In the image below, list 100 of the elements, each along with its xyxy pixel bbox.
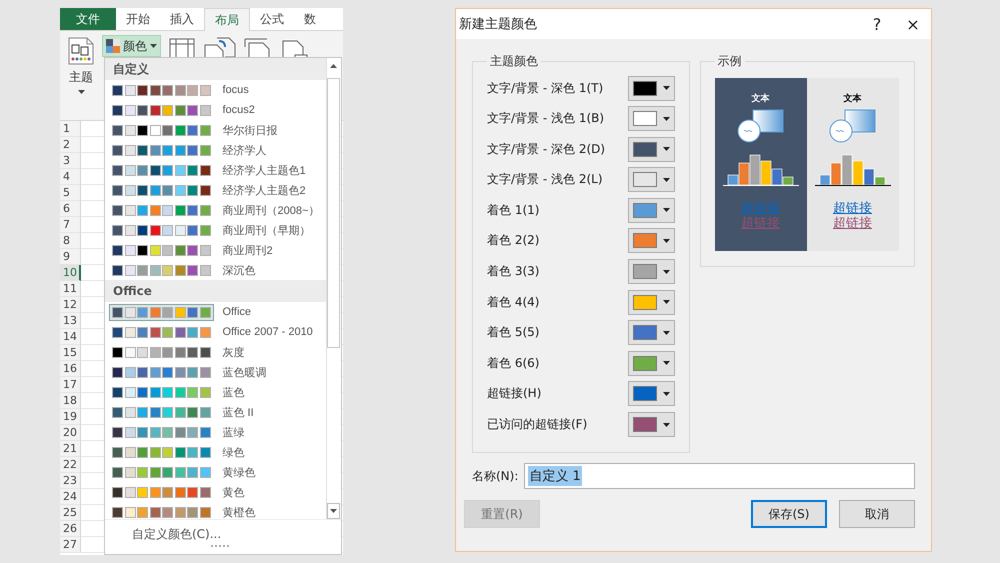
ribbon-tab[interactable]: 布局 [204, 8, 250, 31]
color-scheme-item[interactable]: focus2 [105, 100, 326, 120]
caret-icon [662, 422, 670, 427]
shapes-drawing [736, 109, 784, 145]
color-scheme-item[interactable]: 黄绿色 [105, 462, 326, 482]
caret-icon [662, 147, 670, 152]
caret-icon [662, 330, 670, 335]
name-field[interactable]: 自定义 1 [524, 463, 915, 489]
color-scheme-item[interactable]: 黄橙色 [105, 502, 326, 522]
row-header[interactable]: 22 [60, 457, 81, 473]
row-header[interactable]: 21 [60, 441, 81, 457]
caret-icon [78, 90, 84, 94]
color-scheme-item[interactable]: 经济学人主题色1 [105, 160, 326, 180]
color-scheme-item[interactable]: 灰度 [105, 342, 326, 362]
color-scheme-item[interactable]: 蓝绿 [105, 422, 326, 442]
color-label: 着色 2(2) [487, 232, 540, 250]
ribbon-tab[interactable]: 数 [294, 8, 326, 30]
row-header[interactable]: 13 [60, 313, 81, 329]
color-label: 文字/背景 - 深色 1(T) [487, 80, 604, 96]
dialog-button[interactable]: 取消 [839, 500, 915, 528]
caret-icon [662, 392, 670, 396]
color-scheme-item[interactable]: focus [105, 80, 326, 100]
color-label: 着色 5(5) [487, 324, 540, 342]
shapes-drawing [828, 109, 876, 145]
color-picker[interactable] [628, 259, 674, 284]
color-picker[interactable] [628, 167, 674, 192]
file-tab[interactable]: 文件 [60, 8, 116, 30]
menu-section-header: 自定义 [105, 58, 326, 80]
dialog-button[interactable]: 保存(S) [751, 500, 827, 528]
caret-icon [662, 178, 670, 182]
row-header[interactable]: 11 [60, 281, 81, 297]
colors-button[interactable]: 颜色 [102, 35, 161, 57]
row-header[interactable]: 1 [60, 121, 81, 137]
close-button[interactable]: × [895, 10, 931, 38]
color-label: 文字/背景 - 浅色 1(B) [487, 110, 606, 128]
color-scheme-item[interactable]: Office 2007 - 2010 [105, 322, 326, 342]
caret-icon [662, 270, 670, 274]
row-header[interactable]: 6 [60, 201, 81, 217]
color-label: 着色 3(3) [487, 263, 540, 280]
color-picker[interactable] [628, 198, 674, 223]
row-header[interactable]: 3 [60, 153, 81, 169]
color-scheme-item[interactable]: 深沉色 [105, 260, 326, 280]
color-picker[interactable] [628, 320, 674, 346]
row-header[interactable]: 9 [60, 249, 81, 265]
color-scheme-item[interactable]: 商业周刊（早期） [105, 220, 326, 240]
color-label: 超链接(H) [487, 385, 542, 402]
theme-button[interactable]: 主题 [66, 35, 96, 97]
color-picker[interactable] [628, 228, 674, 254]
caret-icon [662, 361, 670, 366]
row-header[interactable]: 14 [60, 329, 81, 345]
custom-colors-item[interactable]: 自定义颜色(C)... [130, 524, 224, 545]
caret-icon [662, 238, 670, 243]
ribbon-tab[interactable]: 开始 [116, 8, 160, 30]
menu-section-header: Office [105, 280, 326, 302]
row-header[interactable]: 24 [60, 489, 81, 505]
color-picker[interactable] [628, 136, 674, 162]
row-header[interactable]: 8 [60, 233, 81, 249]
resize-grip-icon[interactable] [211, 545, 229, 548]
color-scheme-item[interactable]: 商业周刊（2008~） [105, 200, 326, 220]
ribbon-tab[interactable]: 插入 [160, 8, 204, 30]
color-label: 着色 4(4) [487, 294, 540, 311]
row-header[interactable]: 5 [60, 185, 81, 201]
row-header[interactable]: 20 [60, 425, 81, 441]
row-header[interactable]: 2 [60, 137, 81, 153]
row-header[interactable]: 15 [60, 345, 81, 361]
color-scheme-item[interactable]: 经济学人 [105, 140, 326, 160]
row-header[interactable]: 18 [60, 393, 81, 409]
row-header[interactable]: 19 [60, 409, 81, 425]
color-picker[interactable] [628, 106, 674, 132]
color-picker[interactable] [628, 381, 674, 406]
color-picker[interactable] [628, 76, 674, 100]
caret-icon [662, 208, 670, 212]
color-scheme-item[interactable]: 黄色 [105, 482, 326, 502]
color-scheme-item[interactable]: 华尔街日报 [105, 120, 326, 140]
color-scheme-item[interactable]: 绿色 [105, 442, 326, 462]
color-label: 着色 1(1) [487, 202, 540, 219]
row-header[interactable]: 25 [60, 505, 81, 521]
row-header[interactable]: 12 [60, 297, 81, 313]
ribbon-tab[interactable]: 公式 [250, 8, 294, 30]
color-scheme-item[interactable]: 蓝色 [105, 382, 326, 402]
color-scheme-item[interactable]: 经济学人主题色2 [105, 180, 326, 200]
color-scheme-item[interactable]: 商业周刊2 [105, 240, 326, 260]
color-picker[interactable] [628, 350, 674, 376]
color-scheme-item[interactable]: 蓝色 II [105, 402, 326, 422]
color-scheme-item[interactable]: 蓝色暖调 [105, 362, 326, 382]
color-picker[interactable] [628, 412, 674, 438]
scroll-down-icon[interactable] [327, 503, 340, 519]
scrollbar-thumb[interactable] [327, 78, 340, 348]
row-header[interactable]: 26 [60, 521, 81, 537]
color-scheme-item[interactable]: Office [105, 302, 326, 322]
row-header[interactable]: 16 [60, 361, 81, 377]
caret-icon [150, 44, 157, 48]
row-header[interactable]: 10 [60, 265, 81, 281]
row-header[interactable]: 23 [60, 473, 81, 489]
row-header[interactable]: 17 [60, 377, 81, 393]
help-button[interactable]: ? [859, 10, 895, 38]
row-header[interactable]: 7 [60, 217, 81, 233]
row-header[interactable]: 4 [60, 169, 81, 185]
row-header[interactable]: 27 [60, 537, 81, 553]
color-picker[interactable] [628, 290, 674, 315]
